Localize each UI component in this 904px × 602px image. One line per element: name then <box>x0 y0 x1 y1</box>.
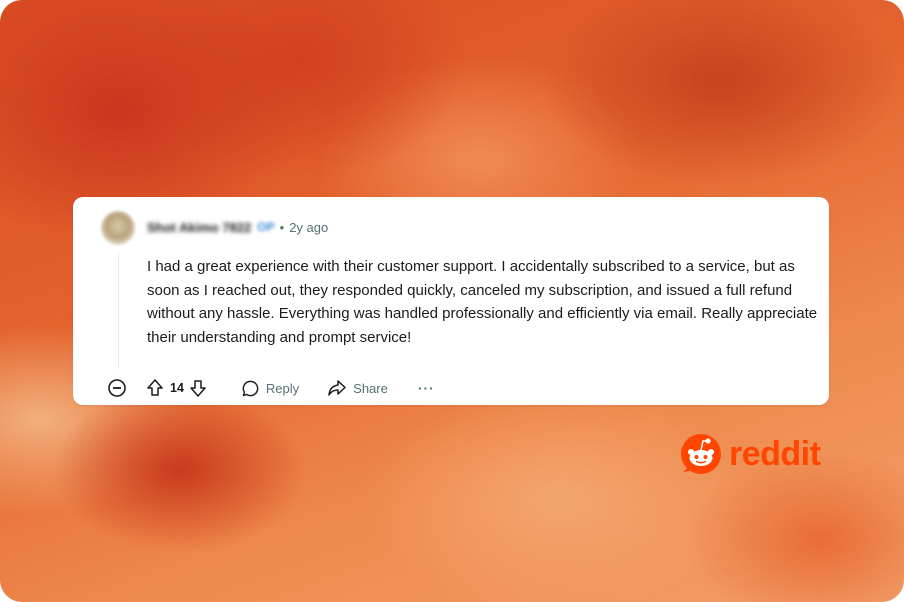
reply-label: Reply <box>265 380 300 396</box>
reddit-logo: reddit <box>679 432 821 476</box>
comment-actions: 14 Reply Share ··· <box>107 377 435 399</box>
collapse-icon[interactable] <box>107 378 127 398</box>
comment-card: Shot Akimo 7822 OP • 2y ago I had a grea… <box>73 197 829 405</box>
share-button[interactable]: Share <box>327 379 388 397</box>
background-frame: Shot Akimo 7822 OP • 2y ago I had a grea… <box>0 0 904 602</box>
more-options-button[interactable]: ··· <box>418 380 435 396</box>
timestamp[interactable]: 2y ago <box>289 220 328 235</box>
meta-separator: • <box>279 219 285 235</box>
vote-count: 14 <box>170 381 184 395</box>
share-arrow-icon <box>327 379 347 397</box>
op-badge: OP <box>257 220 275 234</box>
reddit-snoo-icon <box>679 432 723 476</box>
upvote-icon[interactable] <box>146 378 164 398</box>
avatar[interactable] <box>101 211 135 245</box>
downvote-icon[interactable] <box>189 378 207 398</box>
comment-bubble-icon <box>241 379 260 398</box>
comment-meta: Shot Akimo 7822 OP • 2y ago <box>147 217 328 237</box>
reply-button[interactable]: Reply <box>241 379 299 398</box>
username[interactable]: Shot Akimo 7822 <box>147 220 251 235</box>
thread-line[interactable] <box>118 253 119 369</box>
reddit-wordmark: reddit <box>729 434 821 473</box>
comment-body: I had a great experience with their cust… <box>147 258 818 346</box>
share-label: Share <box>353 380 388 396</box>
